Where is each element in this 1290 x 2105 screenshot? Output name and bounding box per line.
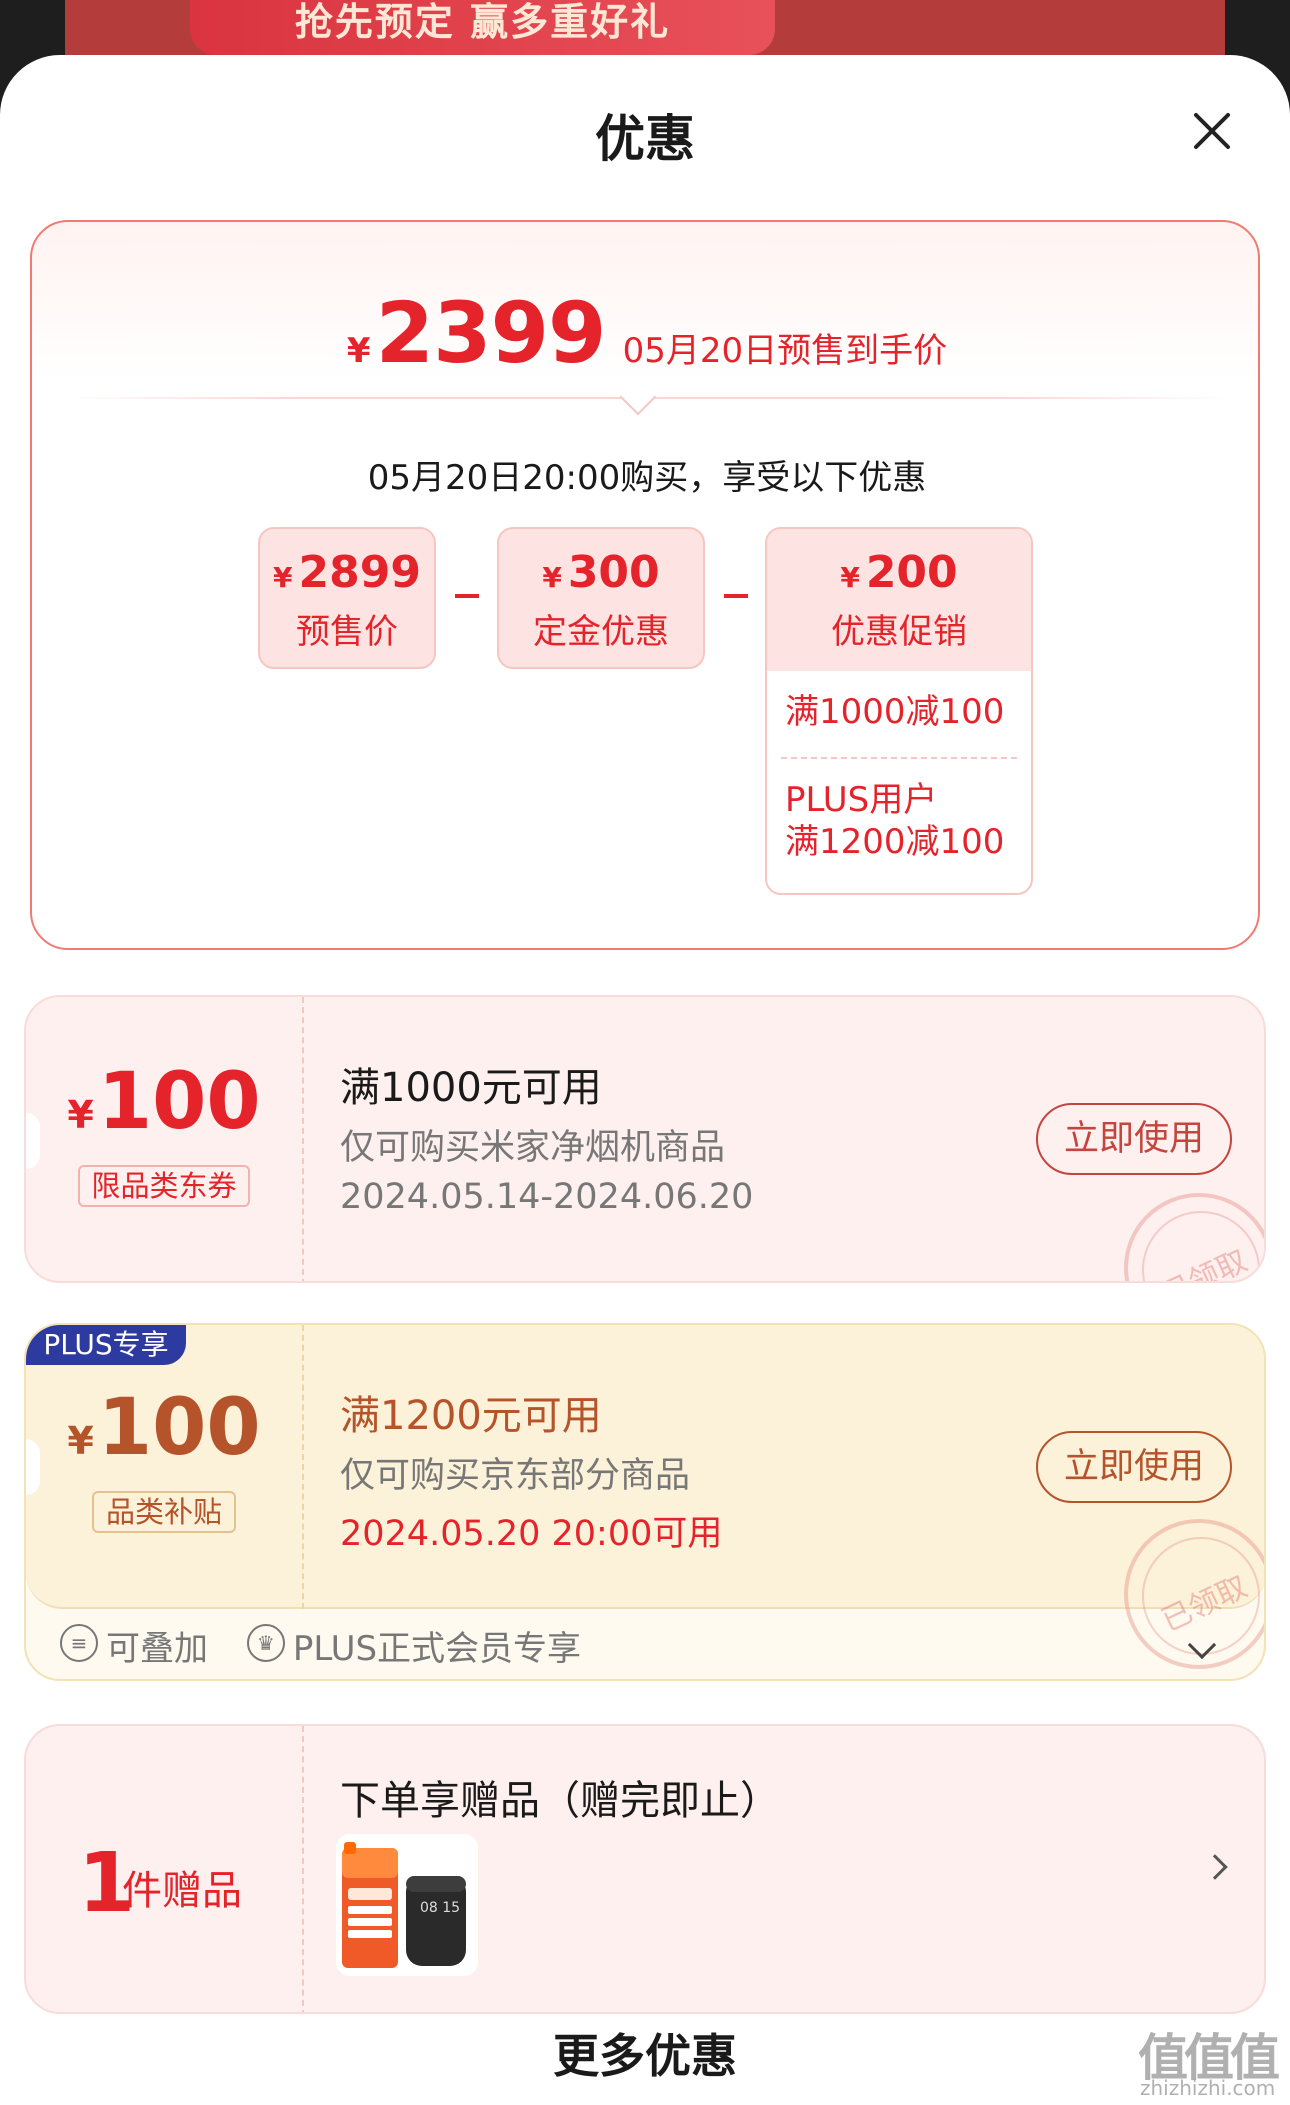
more-offers-heading: 更多优惠 bbox=[553, 2029, 737, 2083]
promo-rule-2-line2: 满1200减100 bbox=[785, 822, 1005, 862]
final-price: 2399 bbox=[375, 284, 607, 382]
close-icon[interactable] bbox=[1188, 107, 1236, 155]
promo-label: 优惠促销 bbox=[831, 612, 967, 652]
speaker-clock-text: 08 15 bbox=[420, 1900, 460, 1916]
presale-amount: ¥2899 bbox=[273, 547, 421, 598]
sheet-title: 优惠 bbox=[595, 110, 695, 168]
coupon-divider bbox=[302, 1726, 304, 2012]
coupon-type-tag: 品类补贴 bbox=[92, 1491, 236, 1533]
minus-sign bbox=[455, 594, 479, 598]
coupon-divider bbox=[302, 997, 304, 1281]
chevron-down-icon[interactable] bbox=[1187, 1630, 1217, 1660]
claimed-stamp: 已领取 bbox=[1124, 1193, 1264, 1281]
gift-product-image[interactable]: 08 15 bbox=[336, 1834, 478, 1976]
use-now-button[interactable]: 立即使用 bbox=[1036, 1103, 1232, 1175]
coupon-validity: 2024.05.14-2024.06.20 bbox=[340, 1177, 754, 1217]
minus-sign bbox=[724, 594, 748, 598]
background-banner-text: 抢先预定 赢多重好礼 bbox=[190, 0, 775, 55]
coupon-type-tag: 限品类东券 bbox=[78, 1165, 250, 1207]
purchase-time-note: 05月20日20:00购买，享受以下优惠 bbox=[367, 458, 927, 498]
coupon-title: 满1200元可用 bbox=[340, 1393, 602, 1439]
coupon-footer[interactable]: ≡ 可叠加 ♛ PLUS正式会员专享 bbox=[60, 1621, 1240, 1673]
coupon-amount: ¥100 bbox=[67, 1383, 261, 1473]
coupon-divider bbox=[302, 1325, 304, 1609]
use-now-button[interactable]: 立即使用 bbox=[1036, 1431, 1232, 1503]
deposit-amount: ¥300 bbox=[542, 547, 660, 598]
coupon-description: 仅可购买米家净烟机商品 bbox=[340, 1128, 726, 1168]
plus-exclusive-badge: PLUS专享 bbox=[26, 1325, 186, 1365]
price-summary-card: ¥ 2399 05月20日预售到手价 05月20日20:00购买，享受以下优惠 … bbox=[30, 220, 1260, 950]
stackable-label: 可叠加 bbox=[106, 1629, 208, 1669]
currency-symbol: ¥ bbox=[346, 331, 371, 371]
final-price-row: ¥ 2399 05月20日预售到手价 bbox=[32, 284, 1262, 382]
plus-coupon-card: PLUS专享 ¥100 品类补贴 满1200元可用 仅可购买京东部分商品 202… bbox=[24, 1323, 1266, 1681]
coupon-card: ¥100 限品类东券 满1000元可用 仅可购买米家净烟机商品 2024.05.… bbox=[24, 995, 1266, 1283]
gift-count-label: 件赠品 bbox=[122, 1868, 242, 1914]
promo-discount-pill: ¥200 优惠促销 满1000减100 PLUS用户 满1200减100 bbox=[765, 527, 1033, 895]
divider-pointer bbox=[619, 378, 657, 416]
coupon-description: 仅可购买京东部分商品 bbox=[340, 1456, 691, 1496]
watermark-site: zhizhizhi.com bbox=[1140, 2076, 1276, 2100]
coupon-availability: 2024.05.20 20:00可用 bbox=[340, 1514, 723, 1554]
coupon-title: 满1000元可用 bbox=[340, 1065, 602, 1111]
deposit-label: 定金优惠 bbox=[533, 612, 669, 652]
promo-rule-1: 满1000减100 bbox=[785, 692, 1005, 732]
deposit-discount-pill: ¥300 定金优惠 bbox=[497, 527, 705, 669]
stackable-icon: ≡ bbox=[60, 1623, 98, 1662]
promo-rule-2-line1: PLUS用户 bbox=[785, 780, 938, 820]
promo-amount: ¥200 bbox=[840, 547, 958, 598]
chevron-right-icon[interactable] bbox=[1202, 1854, 1228, 1880]
gift-title: 下单享赠品（赠完即止） bbox=[340, 1778, 780, 1824]
discount-sheet: 优惠 ¥ 2399 05月20日预售到手价 05月20日20:00购买，享受以下… bbox=[0, 55, 1290, 2105]
promo-head: ¥200 优惠促销 bbox=[767, 529, 1031, 671]
coupon-amount: ¥100 bbox=[67, 1057, 261, 1147]
presale-label: 预售价 bbox=[296, 612, 398, 652]
presale-price-pill: ¥2899 预售价 bbox=[258, 527, 436, 669]
dashed-divider bbox=[781, 757, 1017, 759]
member-exclusive-label: PLUS正式会员专享 bbox=[292, 1629, 582, 1669]
plus-coupon-body: PLUS专享 ¥100 品类补贴 满1200元可用 仅可购买京东部分商品 202… bbox=[26, 1325, 1264, 1669]
final-price-label: 05月20日预售到手价 bbox=[622, 331, 948, 371]
gift-card[interactable]: 1 件赠品 下单享赠品（赠完即止） 08 15 bbox=[24, 1724, 1266, 2014]
crown-icon: ♛ bbox=[246, 1623, 285, 1662]
